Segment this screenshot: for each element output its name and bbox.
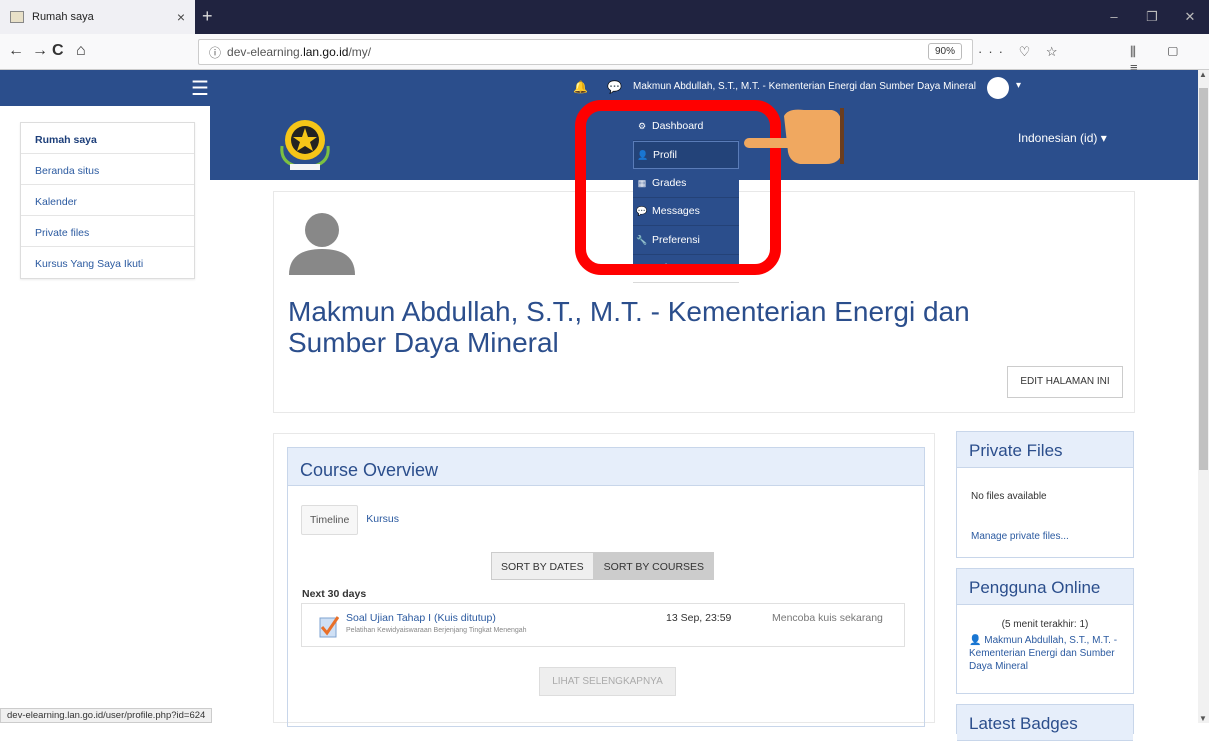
- online-users-block: Pengguna Online (5 menit terakhir: 1) 👤 …: [956, 568, 1134, 694]
- private-files-title: Private Files: [957, 432, 1133, 468]
- sidebar-item-beranda-situs[interactable]: Beranda situs: [21, 154, 194, 185]
- browser-tab-bar: Rumah saya × + – ❐ ✕: [0, 0, 1209, 34]
- tab-close-icon[interactable]: ×: [177, 9, 185, 25]
- latest-badges-block: Latest Badges: [956, 704, 1134, 741]
- online-user-name[interactable]: Makmun Abdullah, S.T., M.T. - Kementeria…: [969, 635, 1117, 672]
- tab-kursus[interactable]: Kursus: [358, 505, 407, 535]
- course-tabs: Timeline Kursus: [301, 505, 407, 535]
- event-course: Pelatihan Kewidyaiswaraan Berjenjang Tin…: [346, 627, 527, 634]
- scroll-down-icon[interactable]: ▼: [1199, 714, 1207, 723]
- sidebar-item-rumah-saya[interactable]: Rumah saya: [21, 123, 194, 154]
- pointing-hand-icon: [744, 108, 844, 164]
- minimize-button[interactable]: –: [1095, 0, 1133, 34]
- nav-sidebar: Rumah saya Beranda situs Kalender Privat…: [20, 122, 195, 279]
- event-action-link[interactable]: Mencoba kuis sekarang: [772, 612, 883, 624]
- sidebar-item-kalender[interactable]: Kalender: [21, 185, 194, 216]
- course-overview-title: Course Overview: [288, 448, 924, 486]
- zoom-indicator[interactable]: 90%: [928, 43, 962, 60]
- page-actions-icons[interactable]: ··· ♡ ☆: [978, 44, 1064, 60]
- sort-by-dates-button[interactable]: SORT BY DATES: [491, 552, 594, 580]
- user-icon: 👤: [969, 635, 985, 646]
- online-users-count: (5 menit terakhir: 1): [1001, 619, 1089, 630]
- tab-title: Rumah saya: [32, 11, 94, 23]
- manage-private-files-link[interactable]: Manage private files...: [971, 531, 1069, 542]
- sort-by-courses-button[interactable]: SORT BY COURSES: [593, 552, 715, 580]
- window-controls: – ❐ ✕: [1095, 0, 1209, 34]
- online-user-link[interactable]: 👤 Makmun Abdullah, S.T., M.T. - Kementer…: [969, 634, 1125, 673]
- user-menu-name[interactable]: Makmun Abdullah, S.T., M.T. - Kementeria…: [633, 81, 976, 92]
- reload-button[interactable]: C: [52, 42, 64, 60]
- back-button[interactable]: ←: [8, 42, 24, 60]
- page-scrollbar[interactable]: ▲ ▼: [1198, 70, 1209, 723]
- page-title: Makmun Abdullah, S.T., M.T. - Kementeria…: [288, 296, 970, 358]
- quiz-icon: [319, 616, 339, 638]
- section-heading: Next 30 days: [302, 588, 367, 600]
- forward-button[interactable]: →: [32, 42, 48, 60]
- status-bar: dev-elearning.lan.go.id/user/profile.php…: [0, 708, 213, 723]
- user-menu-caret-icon[interactable]: ▾: [1016, 80, 1021, 91]
- event-date: 13 Sep, 23:59: [666, 612, 732, 624]
- online-users-title: Pengguna Online: [957, 569, 1133, 605]
- close-window-button[interactable]: ✕: [1171, 0, 1209, 34]
- sidebar-item-private-files[interactable]: Private files: [21, 216, 194, 247]
- language-selector[interactable]: Indonesian (id) ▾: [1018, 131, 1107, 145]
- scroll-up-icon[interactable]: ▲: [1199, 70, 1207, 79]
- show-more-button[interactable]: LIHAT SELENGKAPNYA: [539, 667, 676, 696]
- home-button[interactable]: ⌂: [76, 42, 86, 60]
- list-item: Soal Ujian Tahap I (Kuis ditutup) Pelati…: [301, 603, 905, 647]
- info-icon[interactable]: ⓘ: [209, 44, 221, 61]
- menu-toggle-icon[interactable]: ☰: [191, 76, 209, 101]
- url-domain: lan.go.id: [303, 45, 349, 59]
- user-avatar[interactable]: [987, 77, 1009, 99]
- profile-avatar[interactable]: [289, 209, 355, 275]
- browser-tab[interactable]: Rumah saya ×: [0, 0, 195, 34]
- latest-badges-title: Latest Badges: [957, 705, 1133, 741]
- no-files-text: No files available: [971, 491, 1047, 502]
- sidebar-item-kursus[interactable]: Kursus Yang Saya Ikuti: [21, 247, 194, 278]
- scroll-thumb[interactable]: [1199, 88, 1208, 470]
- url-prefix: dev-elearning.: [227, 45, 304, 59]
- private-files-block: Private Files No files available Manage …: [956, 431, 1134, 558]
- notification-message-icons[interactable]: 🔔 💬: [573, 80, 630, 94]
- course-overview-region: Course Overview Timeline Kursus SORT BY …: [273, 433, 935, 727]
- new-tab-button[interactable]: +: [202, 6, 213, 27]
- browser-nav-bar: ← → C ⌂ ⓘ dev-elearning. lan.go.id/my/ 90…: [0, 34, 1209, 75]
- address-bar[interactable]: ⓘ dev-elearning. lan.go.id/my/: [198, 39, 973, 65]
- favicon-icon: [10, 11, 24, 23]
- course-overview-panel: Course Overview Timeline Kursus SORT BY …: [287, 447, 925, 727]
- edit-page-button[interactable]: EDIT HALAMAN INI: [1007, 366, 1123, 398]
- event-name-link[interactable]: Soal Ujian Tahap I (Kuis ditutup): [346, 612, 496, 624]
- restore-button[interactable]: ❐: [1133, 0, 1171, 34]
- site-logo[interactable]: [276, 112, 334, 174]
- url-path: /my/: [348, 45, 372, 59]
- sort-buttons: SORT BY DATES SORT BY COURSES: [491, 552, 715, 580]
- tab-timeline[interactable]: Timeline: [301, 505, 359, 535]
